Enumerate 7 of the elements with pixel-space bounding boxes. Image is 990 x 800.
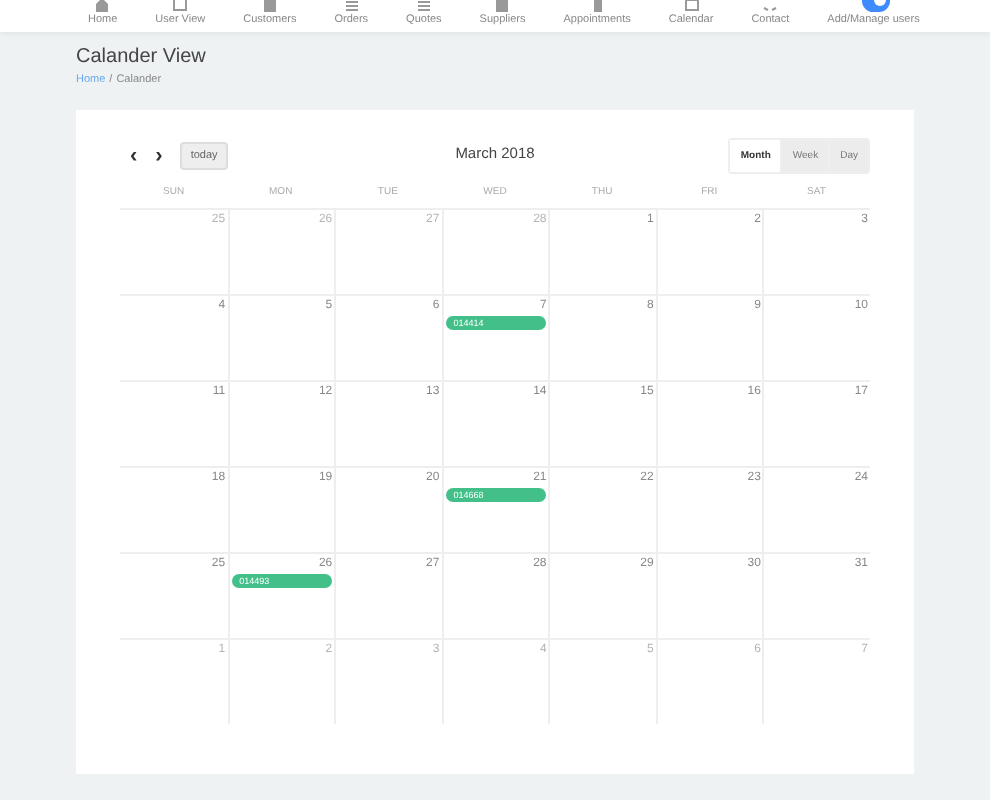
list-icon bbox=[415, 0, 432, 12]
next-button[interactable]: › bbox=[155, 146, 163, 166]
previous-button[interactable]: ‹ bbox=[130, 146, 138, 166]
house-icon bbox=[94, 0, 111, 12]
page-title: Calander View bbox=[76, 46, 208, 68]
calendar-icon bbox=[683, 0, 700, 12]
list-icon bbox=[343, 0, 360, 12]
